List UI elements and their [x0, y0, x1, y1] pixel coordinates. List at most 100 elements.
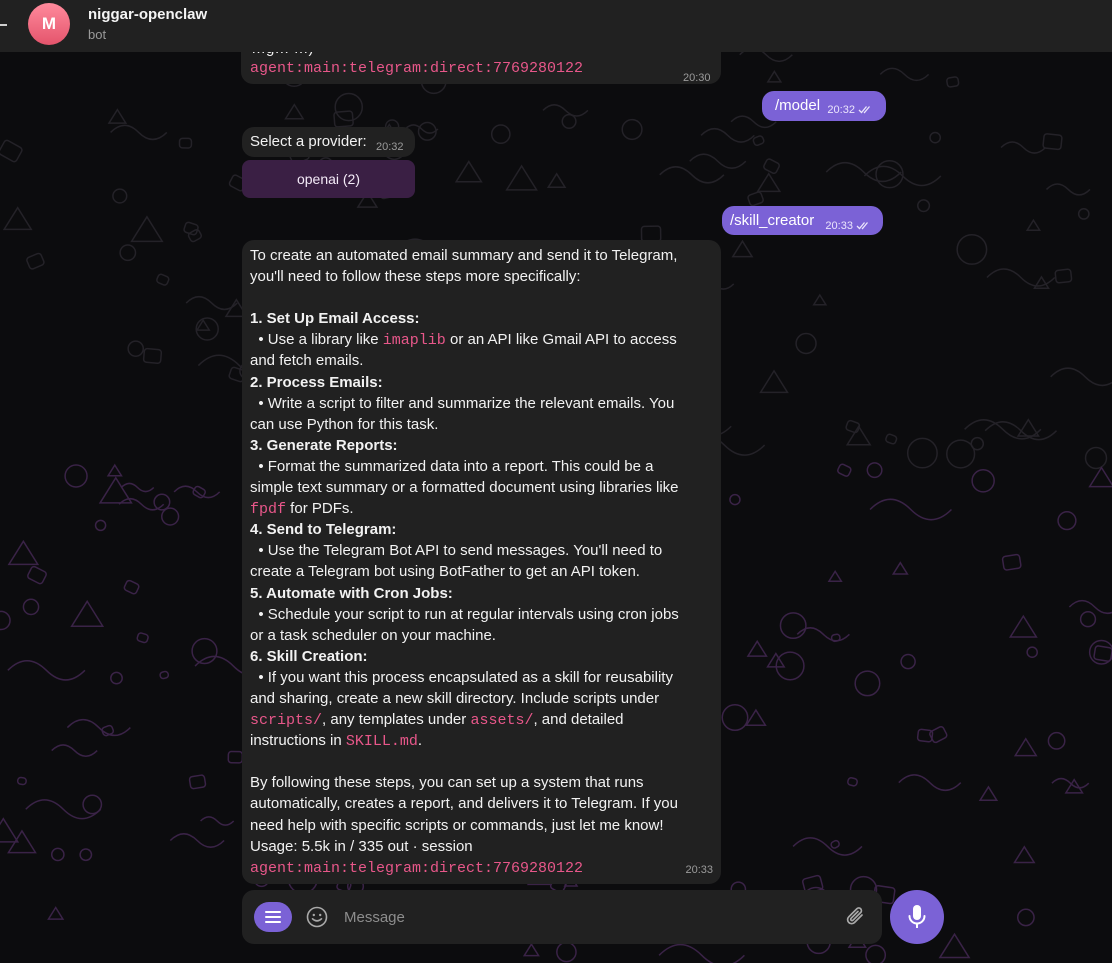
wallpaper-doodle [156, 273, 170, 286]
wallpaper-doodle [185, 295, 238, 311]
message-line: 6. Skill Creation: [250, 646, 713, 667]
message-line: simple text summary or a formatted docum… [250, 479, 679, 497]
message-time: 20:32 [376, 141, 404, 153]
double-check-icon [858, 106, 870, 114]
message-line: can use Python for this task. [250, 415, 439, 433]
wallpaper-doodle [900, 653, 916, 670]
wallpaper-doodle [118, 497, 165, 511]
mic-button[interactable] [890, 890, 944, 944]
message-line: • Use a library like imaplib or an API l… [250, 329, 713, 350]
message-line: agent:main:telegram:direct:7769280122 [250, 857, 713, 878]
step-title: 1. Set Up Email Access: [250, 310, 420, 328]
text-span: • Use a library like [250, 331, 383, 349]
message-line: or a task scheduler on your machine. [250, 626, 496, 644]
inline-code: SKILL.md [345, 733, 418, 751]
wallpaper-doodle [16, 776, 27, 786]
wallpaper-doodle [763, 158, 780, 174]
chat-window: M niggar-openclaw bot …g… …) agent:main:… [0, 0, 1112, 963]
message-text: /model [775, 97, 821, 114]
usage-line: Usage: 5.5k in / 335 out · session [250, 837, 473, 855]
wallpaper-doodle [1088, 466, 1112, 488]
wallpaper-doodle [66, 718, 131, 737]
mic-icon [908, 905, 926, 928]
wallpaper-doodle [112, 188, 128, 204]
attach-icon[interactable] [845, 905, 867, 929]
message-line: create a Telegram bot using BotFather to… [250, 563, 640, 581]
wallpaper-doodle [119, 244, 137, 262]
wallpaper-doodle [110, 124, 168, 141]
wallpaper-doodle [2, 206, 33, 231]
wallpaper-doodle [917, 199, 931, 213]
wallpaper-doodle [161, 507, 180, 526]
wallpaper-doodle [739, 52, 793, 63]
wallpaper-doodle [1084, 446, 1108, 470]
wallpaper-doodle [731, 239, 754, 258]
chat-header[interactable]: M niggar-openclaw bot [0, 0, 1112, 52]
back-icon[interactable] [0, 24, 7, 26]
message-line: need help with specific scripts or comma… [250, 816, 664, 834]
wallpaper-doodle [1050, 367, 1112, 387]
wallpaper-doodle [946, 76, 960, 88]
wallpaper-doodle [153, 493, 171, 511]
wallpaper-doodle [142, 347, 163, 365]
wallpaper-doodle [1068, 599, 1112, 615]
message-incoming: To create an automated email summary and… [242, 240, 721, 884]
message-time: 20:33 [685, 864, 713, 876]
wallpaper-doodle [505, 164, 538, 191]
emoji-icon[interactable] [306, 906, 328, 928]
wallpaper-doodle [417, 121, 437, 141]
wallpaper-doodle [0, 139, 23, 163]
wallpaper-doodle [522, 942, 540, 957]
provider-button-openai[interactable]: openai (2) [242, 160, 415, 198]
wallpaper-doodle [1047, 731, 1066, 750]
step-title: 5. Automate with Cron Jobs: [250, 584, 453, 602]
message-line: To create an automated email summary and… [250, 247, 678, 264]
wallpaper-doodle [970, 436, 985, 451]
message-line: and sharing, create a new skill director… [250, 689, 660, 707]
message-meta: 20:32 [827, 100, 874, 121]
message-line: instructions in SKILL.md. [250, 730, 713, 751]
wallpaper-doodle [721, 704, 749, 732]
wallpaper-doodle [1016, 908, 1035, 927]
message-line: 4. Send to Telegram: [250, 519, 713, 540]
wallpaper-doodle [971, 469, 995, 493]
wallpaper-doodle [123, 579, 140, 595]
message-line: • If you want this process encapsulated … [250, 668, 673, 686]
wallpaper-doodle [1025, 218, 1042, 231]
wallpaper-doodle [1042, 133, 1063, 151]
message-line: • Write a script to filter and summarize… [250, 394, 675, 412]
wallpaper-doodle [25, 799, 102, 820]
avatar[interactable]: M [28, 3, 70, 45]
inline-code: scripts/ [250, 712, 323, 730]
menu-button[interactable] [254, 902, 292, 932]
chat-title[interactable]: niggar-openclaw [88, 6, 207, 23]
wallpaper-doodle [865, 944, 887, 963]
wallpaper-doodle [946, 439, 976, 469]
step-title: 6. Skill Creation: [250, 647, 368, 665]
message-input[interactable] [344, 904, 824, 930]
wallpaper-doodle [22, 598, 40, 616]
text-span: , any templates under [322, 711, 471, 729]
wallpaper-doodle [107, 108, 128, 124]
inline-code: fpdf [250, 501, 287, 519]
wallpaper-doodle [79, 848, 93, 862]
message-line: By following these steps, you can set up… [250, 774, 644, 792]
inline-code: assets/ [470, 712, 534, 730]
wallpaper-doodle [1026, 646, 1038, 659]
wallpaper-doodle [1001, 553, 1022, 571]
wallpaper-doodle [50, 847, 65, 862]
wallpaper-doodle [64, 464, 88, 488]
text-span: or an API like Gmail API to access [445, 331, 677, 349]
wallpaper-doodle [169, 833, 225, 848]
avatar-letter: M [41, 14, 57, 33]
wallpaper-doodle [561, 113, 577, 130]
wallpaper-doodle [47, 906, 65, 920]
message-line: • Use the Telegram Bot API to send messa… [250, 542, 663, 560]
message-composer [242, 890, 882, 944]
wallpaper-doodle [756, 172, 782, 193]
wallpaper-doodle [284, 103, 305, 120]
wallpaper-doodle [700, 127, 755, 143]
wallpaper-doodle [747, 191, 764, 207]
